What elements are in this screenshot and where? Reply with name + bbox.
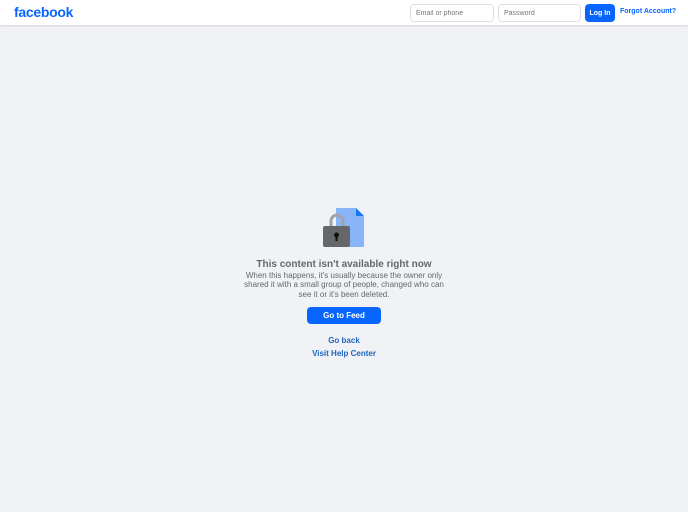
lock-document-icon	[323, 208, 364, 247]
help-center-link[interactable]: Visit Help Center	[312, 349, 376, 358]
login-button[interactable]: Log In	[585, 4, 615, 22]
facebook-logo[interactable]: facebook	[14, 4, 73, 20]
error-title: This content isn't available right now	[256, 259, 432, 270]
password-input[interactable]	[498, 4, 581, 22]
go-to-feed-button[interactable]: Go to Feed	[307, 307, 381, 324]
email-input[interactable]	[410, 4, 494, 22]
forgot-account-link[interactable]: Forgot Account?	[620, 8, 676, 15]
top-nav: facebook Log In Forgot Account?	[0, 0, 688, 25]
error-message: When this happens, it's usually because …	[244, 271, 444, 299]
